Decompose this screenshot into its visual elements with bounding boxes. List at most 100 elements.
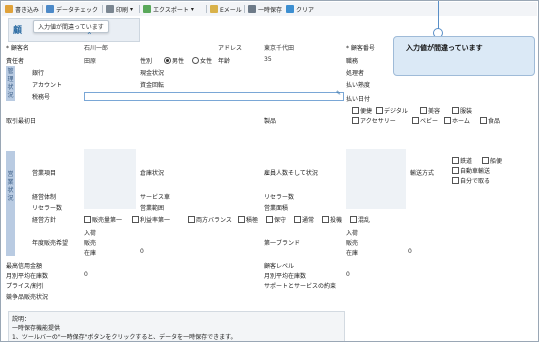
job-label: 職務 [346, 58, 359, 65]
checkbox-icon [350, 216, 357, 223]
checkbox-icon [452, 107, 459, 114]
ship-checkbox-3[interactable]: 自分で取る [452, 176, 490, 185]
gender-male-radio[interactable]: 男性 [164, 56, 184, 65]
policy-option-label: 混乱 [358, 217, 371, 224]
policy-option-label: 保守 [274, 217, 287, 224]
export-button[interactable]: エクスポート ▾ [143, 4, 194, 14]
tag-label: ホーム [452, 118, 470, 125]
error-tooltip: 入力値が間違っています [33, 20, 109, 33]
pencil-icon: ✎ [336, 90, 342, 97]
tag-checkbox-7[interactable]: 食品 [480, 116, 500, 125]
policy-checkbox-3[interactable]: 積極 [238, 215, 258, 224]
inventory-value-2[interactable]: 0 [408, 248, 412, 255]
check-icon [46, 5, 54, 13]
policy-checkbox-0[interactable]: 販売量第一 [84, 215, 122, 224]
ship-checkbox-1[interactable]: 船便 [482, 156, 502, 165]
tag-label: 食品 [488, 118, 501, 125]
max-credit-label: 最高信用金額 [6, 263, 43, 270]
checkbox-icon [480, 117, 487, 124]
gender-label: 性別 [140, 58, 153, 65]
age-field[interactable]: 35 [264, 56, 272, 63]
business-scope-label: 営業範囲 [140, 205, 165, 212]
policy-option-label: 積極 [246, 217, 259, 224]
clear-button[interactable]: クリア [286, 4, 314, 14]
toolbar-divider [244, 5, 245, 13]
policy-option-label: 販売量第一 [92, 217, 123, 224]
datacheck-button[interactable]: データチェック [46, 4, 98, 14]
business-item-field[interactable] [84, 149, 136, 209]
address-field[interactable]: 東京千代田 [264, 43, 294, 52]
policy-checkbox-5[interactable]: 通常 [294, 215, 314, 224]
export-icon [143, 5, 151, 13]
tax-number-label: 税務号 [32, 94, 51, 101]
email-button[interactable]: Eメール [210, 4, 242, 14]
employees-field[interactable] [346, 149, 406, 209]
page-title: 顧 [13, 26, 23, 36]
inventory-value[interactable]: 0 [140, 248, 144, 255]
monthly-avg-inventory-label-2: 月別平均在庫数 [264, 273, 307, 280]
callout-pointer-line [438, 1, 439, 29]
gender-female-radio[interactable]: 女性 [192, 56, 212, 65]
tag-label: デジタル [384, 108, 408, 115]
tag-checkbox-1[interactable]: デジタル [376, 106, 408, 115]
ship-checkbox-0[interactable]: 鉄道 [452, 156, 472, 165]
policy-option-label: 両方バランス [196, 217, 232, 224]
monthly-avg-inventory-value-2[interactable]: 0 [346, 271, 350, 278]
stock-label: 入荷 [84, 230, 97, 237]
handler-label: 処理者 [346, 70, 365, 77]
policy-checkbox-7[interactable]: 混乱 [350, 215, 370, 224]
checkbox-icon [352, 107, 359, 114]
gender-female-label: 女性 [200, 58, 213, 65]
tempsave-label: 一時保存 [258, 6, 283, 14]
radio-selected-icon [164, 57, 171, 64]
toolbar-divider [206, 5, 207, 13]
checkbox-icon [266, 216, 273, 223]
price-discount-label: プライス/割引 [6, 283, 44, 290]
policy-option-label: 通常 [302, 217, 315, 224]
radio-icon [192, 57, 199, 64]
customer-name-field[interactable]: 石川一郎 [84, 43, 108, 52]
checkbox-icon [452, 177, 459, 184]
policy-checkbox-1[interactable]: 利益率第一 [132, 215, 170, 224]
manager-field[interactable]: 田原 [84, 56, 96, 65]
tag-checkbox-2[interactable]: 美容 [420, 106, 440, 115]
print-label: 印刷 [116, 6, 129, 14]
checkbox-icon [322, 216, 329, 223]
reseller-count-label: リセラー数 [32, 205, 63, 212]
write-label: 書き込み [15, 6, 40, 14]
policy-checkbox-6[interactable]: 投機 [322, 215, 342, 224]
datacheck-label: データチェック [56, 6, 99, 14]
monthly-avg-inventory-value[interactable]: 0 [84, 271, 88, 278]
policy-checkbox-4[interactable]: 保守 [266, 215, 286, 224]
print-button[interactable]: 印刷 ▾ [106, 4, 133, 14]
monthly-avg-inventory-label: 月別平均在庫数 [6, 273, 49, 280]
tag-checkbox-3[interactable]: 服装 [452, 106, 472, 115]
toolbar-divider [42, 5, 43, 13]
service-car-label: サービス車 [140, 194, 171, 201]
ship-label: 船便 [490, 158, 503, 165]
export-label: エクスポート [153, 6, 189, 14]
tag-checkbox-6[interactable]: ホーム [444, 116, 470, 125]
payment-date-label: 払い日付 [346, 96, 371, 103]
write-button[interactable]: 書き込み [5, 4, 39, 14]
checkbox-icon [444, 117, 451, 124]
employees-label: 雇員人数そして状況 [264, 170, 318, 177]
tag-label: ベビー [420, 118, 439, 125]
policy-checkbox-2[interactable]: 両方バランス [188, 215, 232, 224]
sales-label: 販売 [84, 240, 97, 247]
tax-number-input[interactable] [84, 92, 344, 101]
business-item-label: 営業項目 [32, 170, 57, 177]
policy-option-label: 利益率第一 [140, 217, 171, 224]
tag-checkbox-5[interactable]: ベビー [412, 116, 438, 125]
fund-turnover-label: 資金回転 [140, 82, 165, 89]
first-brand-label: 第一ブランド [264, 240, 301, 247]
email-label: Eメール [220, 6, 242, 14]
tag-checkbox-0[interactable]: 便捷 [352, 106, 372, 115]
notes-panel: 説明： 一時保存機能提供 1、ツールバーの"一時保存"ボタンをクリックすると、デ… [8, 311, 345, 341]
tag-checkbox-4[interactable]: アクセサリー [352, 116, 396, 125]
payment-maturity-label: 払い熟度 [346, 82, 371, 89]
ship-checkbox-2[interactable]: 自動車輸送 [452, 166, 490, 175]
business-area-label: 営業面積 [264, 205, 289, 212]
tempsave-button[interactable]: 一時保存 [248, 4, 282, 14]
account-label: アカウント [32, 82, 63, 89]
